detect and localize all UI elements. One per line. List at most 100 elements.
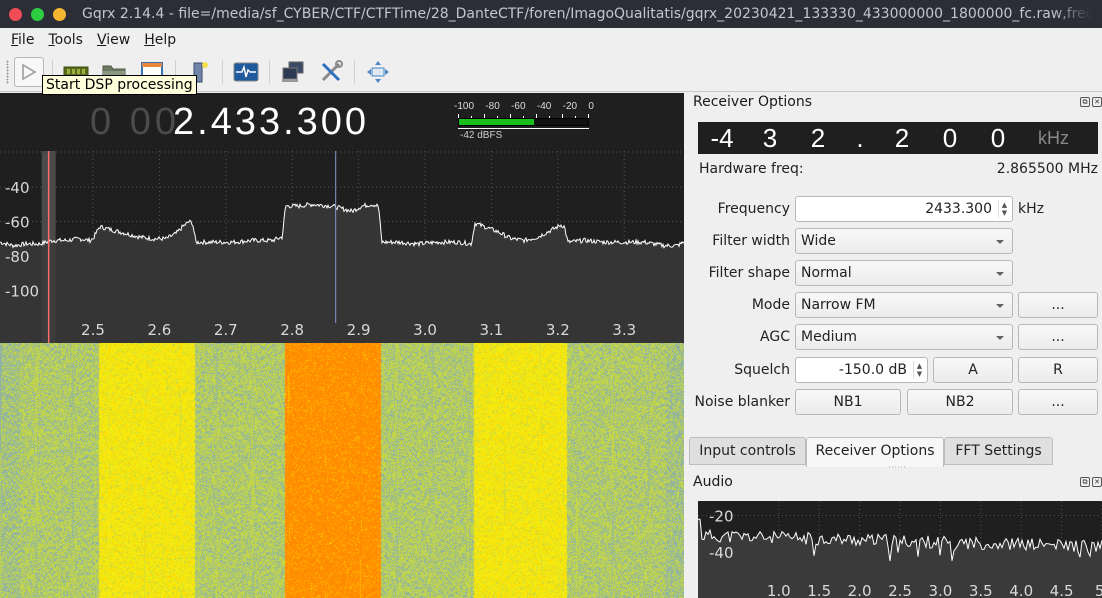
close-dock-icon[interactable]: ✕ [1092, 97, 1102, 107]
audio-x-label: 3.5 [969, 582, 993, 598]
offset-frequency-display[interactable]: -4 3 2. 2 0 0 kHz [698, 122, 1098, 154]
mode-value: Narrow FM [801, 297, 876, 313]
offset-digit[interactable]: -4 [698, 123, 746, 154]
frequency-value[interactable]: 2.433.300 [173, 101, 369, 144]
menu-view[interactable]: View [90, 32, 137, 48]
close-dock-icon[interactable]: ✕ [1092, 477, 1102, 487]
nb1-button[interactable]: NB1 [795, 389, 901, 415]
receiver-options-title: Receiver Options [693, 94, 813, 110]
filter-width-select[interactable]: Wide [795, 228, 1013, 254]
meter-tick: -80 [485, 101, 500, 112]
float-dock-icon[interactable]: ⧉ [1080, 477, 1090, 487]
squelch-row: Squelch -150.0 dB ▲ ▼ A R [688, 357, 1102, 385]
squelch-spinbox[interactable]: -150.0 dB ▲ ▼ [795, 357, 928, 383]
frequency-label: Frequency [717, 201, 790, 217]
menu-tools[interactable]: Tools [41, 32, 90, 48]
spin-arrows-icon[interactable]: ▲ ▼ [998, 200, 1010, 218]
nb2-button[interactable]: NB2 [907, 389, 1013, 415]
tab-fft-settings[interactable]: FFT Settings [944, 437, 1053, 465]
noise-blanker-label: Noise blanker [694, 394, 791, 410]
menu-view-accel: V [96, 32, 107, 48]
squelch-label: Squelch [734, 362, 790, 378]
frequency-spinbox[interactable]: 2433.300 ▲ ▼ [795, 196, 1013, 222]
frequency-input-value: 2433.300 [925, 201, 992, 217]
menu-bar: File Tools View Help [0, 28, 1102, 52]
mode-label: Mode [751, 297, 790, 313]
offset-digit[interactable]: 2 [794, 123, 842, 154]
filter-shape-label: Filter shape [708, 265, 790, 281]
fit-arrows-icon [367, 60, 389, 83]
menu-view-label: iew [106, 32, 131, 48]
menu-help-label: elp [154, 32, 177, 48]
audio-x-label: 5. [1095, 582, 1102, 598]
frequency-display[interactable]: 0 00 2.433.300 -100 -80 -60 -40 -20 0 -4… [0, 93, 684, 151]
offset-unit: kHz [1038, 127, 1069, 148]
menu-tools-label: ools [54, 32, 83, 48]
chevron-down-icon [996, 304, 1004, 308]
dock-resize-handle[interactable] [888, 466, 906, 468]
spectrum-x-label: 2.6 [147, 321, 171, 339]
oscilloscope-icon [233, 62, 259, 81]
agc-options-button[interactable]: ... [1018, 324, 1098, 350]
tab-input-controls[interactable]: Input controls [689, 437, 806, 465]
chevron-down-icon [996, 240, 1004, 244]
dock-panel: Receiver Options ⧉ ✕ -4 3 2. 2 0 0 kHz Hardwar… [688, 93, 1102, 598]
waveform-button[interactable] [231, 57, 261, 87]
spectrum-plot[interactable]: -40 -60 -80 -100 2.5 2.6 2.7 2.8 2.9 3.0 3.1 3.2 3.3 [0, 151, 684, 343]
remote-control-button[interactable] [278, 57, 308, 87]
offset-digit[interactable]: 3 [746, 123, 794, 154]
tooltip: Start DSP processing [42, 75, 197, 95]
start-dsp-button[interactable] [14, 56, 44, 87]
agc-select[interactable]: Medium [795, 324, 1013, 350]
plotter-panel: 0 00 2.433.300 -100 -80 -60 -40 -20 0 -4… [0, 93, 684, 598]
waterfall-plot[interactable] [0, 343, 684, 598]
window-title: Gqrx 2.14.4 - file=/media/sf_CYBER/CTF/C… [82, 6, 1092, 22]
auto-range-button[interactable] [363, 57, 393, 87]
filter-shape-select[interactable]: Normal [795, 260, 1013, 286]
nb-options-button[interactable]: ... [1018, 389, 1098, 415]
squelch-value: -150.0 dB [838, 362, 907, 378]
squelch-reset-button[interactable]: R [1018, 357, 1098, 383]
frequency-leading-digits[interactable]: 0 00 [90, 101, 180, 144]
mode-row: Mode Narrow FM ... [688, 292, 1102, 320]
meter-track [458, 118, 589, 126]
float-dock-icon[interactable]: ⧉ [1080, 97, 1090, 107]
configure-button[interactable] [316, 57, 346, 87]
meter-label: -42 dBFS [460, 130, 503, 141]
toolbar-grip[interactable] [6, 59, 9, 84]
spectrum-x-label: 3.1 [479, 321, 503, 339]
audio-fft-plot[interactable]: -20 -40 1.0 1.5 2.0 2.5 3.0 3.5 4.0 4.5 5. [698, 501, 1102, 598]
hardware-freq-value: 2.865500 MHz [996, 161, 1098, 177]
squelch-auto-button[interactable]: A [933, 357, 1013, 383]
close-window-button[interactable] [9, 7, 22, 21]
tools-icon [321, 59, 343, 81]
offset-digit[interactable]: 2 [878, 123, 926, 154]
filter-width-row: Filter width Wide [688, 228, 1102, 256]
offset-digit[interactable]: . [842, 123, 878, 154]
offset-digit[interactable]: 0 [974, 123, 1022, 154]
chevron-down-icon [996, 336, 1004, 340]
maximize-window-button[interactable] [31, 7, 44, 21]
menu-file[interactable]: File [4, 32, 41, 48]
frequency-unit: kHz [1018, 201, 1044, 217]
spectrum-y-label: -80 [5, 248, 30, 266]
audio-y-label: -40 [709, 544, 734, 562]
play-icon [22, 63, 37, 80]
offset-digit[interactable]: 0 [926, 123, 974, 154]
menu-help-accel: H [144, 32, 155, 48]
menu-file-accel: F [11, 32, 19, 48]
tab-receiver-options[interactable]: Receiver Options [806, 437, 944, 467]
meter-tick: 0 [588, 101, 594, 112]
toolbar-separator [354, 59, 355, 84]
meter-tick: -100 [454, 101, 475, 112]
mode-options-button[interactable]: ... [1018, 292, 1098, 318]
filter-width-value: Wide [801, 233, 836, 249]
menu-help[interactable]: Help [137, 32, 183, 48]
audio-y-label: -20 [709, 508, 734, 526]
spin-arrows-icon[interactable]: ▲ ▼ [913, 361, 925, 379]
filter-width-label: Filter width [712, 233, 790, 249]
minimize-window-button[interactable] [53, 7, 66, 21]
mode-select[interactable]: Narrow FM [795, 292, 1013, 318]
spectrum-x-label: 3.3 [612, 321, 636, 339]
spectrum-x-label: 3.0 [413, 321, 437, 339]
